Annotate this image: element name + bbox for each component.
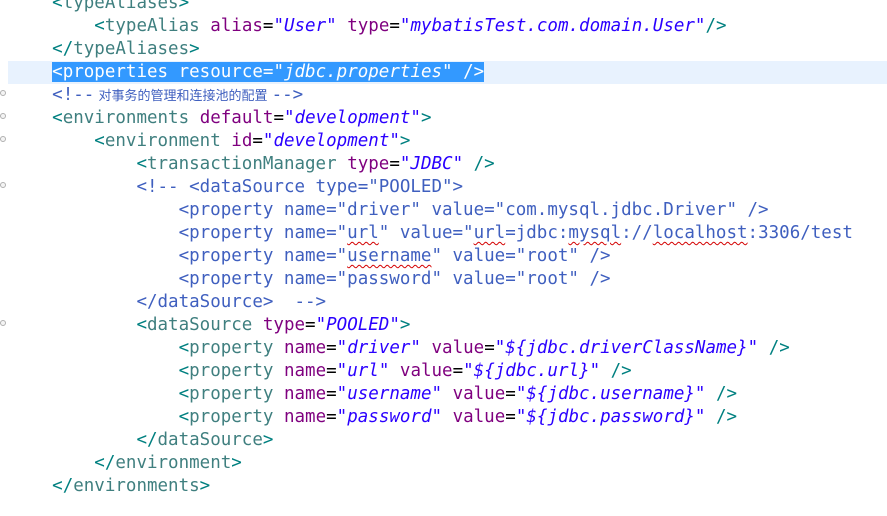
fold-marker-icon[interactable] [0,182,6,188]
fold-marker-icon[interactable] [0,136,6,142]
code-editor[interactable]: <typeAliases> <typeAlias alias="User" ty… [0,0,887,516]
fold-marker-icon[interactable] [0,113,6,119]
code-line[interactable]: </environments> [10,475,210,498]
code-line[interactable]: <property name="driver" value="${jdbc.dr… [10,337,790,360]
code-line[interactable]: <property name="username" value="${jdbc.… [10,383,738,406]
editor-gutter [0,0,8,516]
code-line[interactable]: </environment> [10,452,242,475]
code-line[interactable]: <typeAlias alias="User" type="mybatisTes… [10,15,726,38]
code-line[interactable]: </dataSource> [10,429,273,452]
code-line[interactable]: <environment id="development"> [10,130,410,153]
code-line-comment[interactable]: </dataSource> --> [10,291,326,314]
code-line[interactable]: </typeAliases> [10,38,200,61]
code-line-comment[interactable]: <!-- <dataSource type="POOLED"> [10,176,463,199]
code-line[interactable]: <property name="password" value="${jdbc.… [10,406,738,429]
code-line-comment[interactable]: <!-- 对事务的管理和连接池的配置 --> [10,84,303,107]
fold-marker-icon[interactable] [0,90,6,96]
code-line[interactable]: <typeAliases> [10,0,189,15]
code-line-comment[interactable]: <property name="username" value="root" /… [10,245,611,268]
code-line-comment[interactable]: <property name="password" value="root" /… [10,268,611,291]
text-selection[interactable]: <properties resource="jdbc.properties" /… [52,62,485,82]
code-line-comment[interactable]: <property name="driver" value="com.mysql… [10,199,769,222]
code-line[interactable]: <property name="url" value="${jdbc.url}"… [10,360,632,383]
code-line[interactable]: <environments default="development"> [10,107,431,130]
code-line[interactable]: <dataSource type="POOLED"> [10,314,410,337]
code-line[interactable]: <transactionManager type="JDBC" /> [10,153,494,176]
fold-marker-icon[interactable] [0,320,6,326]
code-line-comment[interactable]: <property name="url" value="url=jdbc:mys… [10,222,853,245]
selected-code-line[interactable]: <properties resource="jdbc.properties" /… [10,61,485,84]
